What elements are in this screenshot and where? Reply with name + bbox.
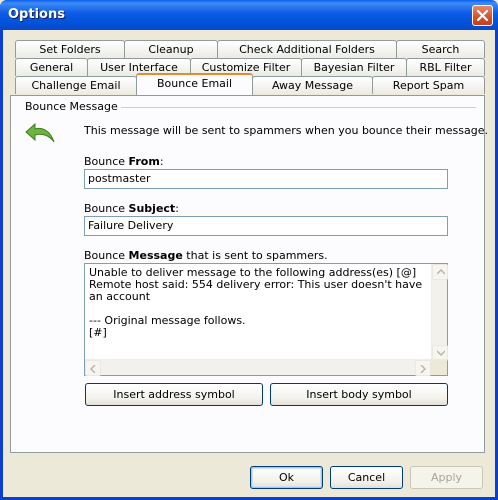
- bounce-message-textarea[interactable]: Unable to deliver message to the followi…: [84, 263, 448, 376]
- tab-set-folders[interactable]: Set Folders: [15, 40, 125, 58]
- bounce-from-input[interactable]: postmaster: [84, 169, 448, 189]
- chevron-up-icon: [437, 269, 445, 275]
- bounce-message-group-label: Bounce Message: [22, 100, 121, 113]
- vertical-scrollbar[interactable]: [431, 264, 448, 361]
- insert-address-symbol-button[interactable]: Insert address symbol: [85, 383, 263, 406]
- bounce-message-text[interactable]: Unable to deliver message to the followi…: [89, 267, 429, 339]
- tab-cleanup[interactable]: Cleanup: [124, 40, 218, 58]
- scroll-right-button[interactable]: [415, 360, 431, 376]
- tab-away-message[interactable]: Away Message: [252, 76, 373, 94]
- close-button[interactable]: [472, 5, 493, 26]
- apply-button[interactable]: Apply: [410, 466, 483, 489]
- group-divider: [106, 107, 476, 108]
- bounce-description: This message will be sent to spammers wh…: [84, 124, 488, 137]
- window-title: Options: [8, 7, 65, 22]
- scroll-left-button[interactable]: [85, 360, 101, 376]
- title-bar[interactable]: Options: [0, 0, 498, 30]
- tab-report-spam[interactable]: Report Spam: [372, 76, 485, 94]
- tab-challenge-email[interactable]: Challenge Email: [15, 76, 137, 94]
- tab-check-additional-folders[interactable]: Check Additional Folders: [217, 40, 397, 58]
- bounce-subject-label: Bounce Subject:: [84, 202, 179, 215]
- bounce-arrow-icon: [25, 122, 55, 143]
- insert-body-symbol-button[interactable]: Insert body symbol: [270, 383, 448, 406]
- ok-button[interactable]: Ok: [250, 466, 323, 489]
- tab-search[interactable]: Search: [396, 40, 485, 58]
- chevron-down-icon: [437, 350, 445, 356]
- tab-bounce-email[interactable]: Bounce Email: [136, 73, 253, 95]
- chevron-right-icon: [420, 365, 426, 373]
- horizontal-scrollbar[interactable]: [85, 359, 431, 376]
- tab-general[interactable]: General: [15, 58, 88, 76]
- bounce-from-label: Bounce From:: [84, 155, 164, 168]
- scroll-corner: [431, 359, 447, 375]
- close-icon: [476, 9, 489, 22]
- scroll-up-button[interactable]: [432, 264, 448, 280]
- bounce-message-label: Bounce Message that is sent to spammers.: [84, 249, 328, 262]
- tab-rbl-filter[interactable]: RBL Filter: [406, 58, 485, 76]
- tab-bayesian-filter[interactable]: Bayesian Filter: [301, 58, 407, 76]
- chevron-left-icon: [90, 365, 96, 373]
- bounce-subject-input[interactable]: Failure Delivery: [84, 216, 448, 236]
- cancel-button[interactable]: Cancel: [330, 466, 403, 489]
